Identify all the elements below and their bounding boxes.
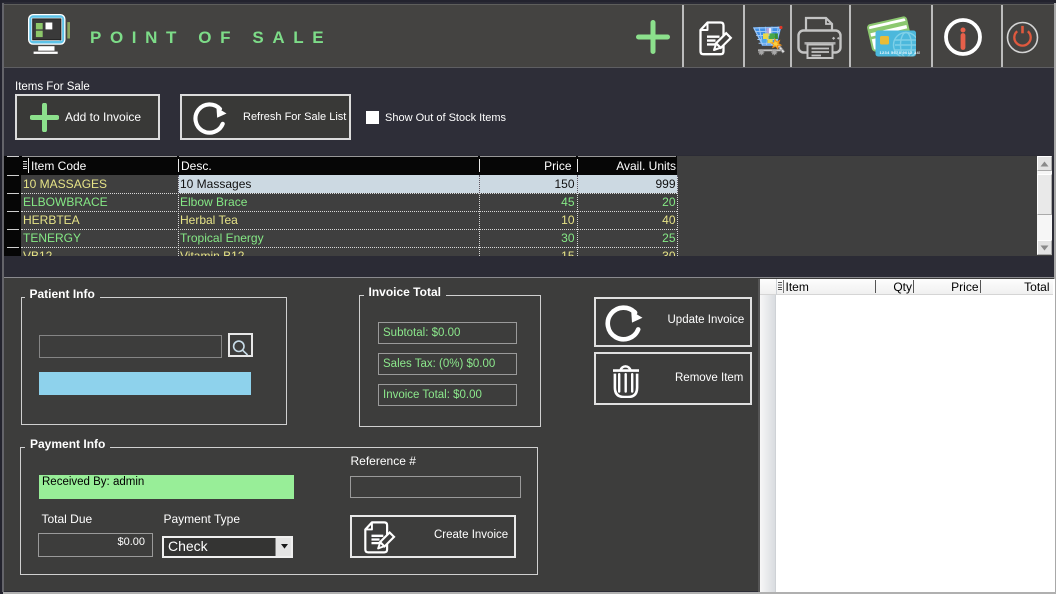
svg-text:1234 5678 9012 3456: 1234 5678 9012 3456 (880, 50, 921, 55)
